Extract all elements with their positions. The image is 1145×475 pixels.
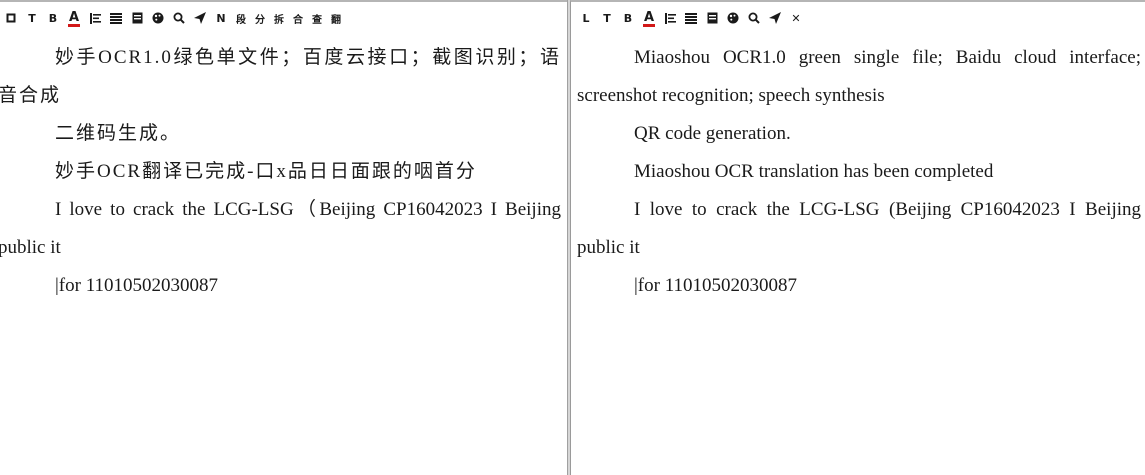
search-icon[interactable] <box>747 10 761 26</box>
palette-icon[interactable] <box>726 10 740 26</box>
font-color-letter: A <box>642 10 656 27</box>
document-icon[interactable] <box>705 10 719 26</box>
text-tool-button[interactable]: T <box>600 10 614 26</box>
font-color-button[interactable]: A <box>642 10 656 27</box>
send-icon[interactable] <box>768 10 782 26</box>
translate-button[interactable]: 翻 <box>330 10 342 26</box>
l-button[interactable]: L <box>579 10 593 26</box>
translation-paragraph-3: Miaoshou OCR translation has been comple… <box>634 161 994 182</box>
send-icon[interactable] <box>193 10 207 26</box>
align-justify-icon[interactable] <box>109 10 123 26</box>
search-icon[interactable] <box>172 10 186 26</box>
translation-pane: L T B A ✕ Miaoshou OCR1.0 green single f… <box>570 0 1145 475</box>
bold-button[interactable]: B <box>46 10 60 26</box>
ocr-translate-window: T B A N 段 分 拆 合 查 翻 妙手OCR1.0绿色单文件；百度云接口；… <box>0 0 1145 475</box>
align-left-icon[interactable] <box>88 10 102 26</box>
source-paragraph-2: 二维码生成。 <box>55 123 182 144</box>
source-paragraph-1: 妙手OCR1.0绿色单文件；百度云接口；截图识别；语音合成 <box>0 47 561 106</box>
align-left-icon[interactable] <box>663 10 677 26</box>
translation-paragraph-2: QR code generation. <box>634 123 791 144</box>
bold-button[interactable]: B <box>621 10 635 26</box>
align-justify-icon[interactable] <box>684 10 698 26</box>
source-paragraph-5: |for 11010502030087 <box>55 275 219 296</box>
translation-paragraph-1: Miaoshou OCR1.0 green single file; Baidu… <box>577 47 1141 106</box>
source-toolbar: T B A N 段 分 拆 合 查 翻 <box>0 2 567 34</box>
dismantle-button[interactable]: 拆 <box>273 10 285 26</box>
source-paragraph-4: I love to crack the LCG-LSG（Beijing CP16… <box>0 199 561 258</box>
translation-paragraph-4: I love to crack the LCG-LSG (Beijing CP1… <box>577 199 1141 258</box>
check-button[interactable]: 查 <box>311 10 323 26</box>
source-paragraph-3: 妙手OCR翻译已完成-口x品日日面跟的咽首分 <box>55 161 477 182</box>
segment-button[interactable]: 段 <box>235 10 247 26</box>
font-color-button[interactable]: A <box>67 10 81 27</box>
document-icon[interactable] <box>130 10 144 26</box>
translation-toolbar: L T B A ✕ <box>571 2 1145 34</box>
font-color-letter: A <box>67 10 81 27</box>
source-text-pane: T B A N 段 分 拆 合 查 翻 妙手OCR1.0绿色单文件；百度云接口；… <box>0 0 567 475</box>
translation-paragraph-5: |for 11010502030087 <box>634 275 798 296</box>
merge-button[interactable]: 合 <box>292 10 304 26</box>
source-text-area[interactable]: 妙手OCR1.0绿色单文件；百度云接口；截图识别；语音合成 二维码生成。 妙手O… <box>0 34 567 475</box>
copy-icon[interactable] <box>4 10 18 26</box>
translation-text-area[interactable]: Miaoshou OCR1.0 green single file; Baidu… <box>571 34 1145 475</box>
split-button[interactable]: 分 <box>254 10 266 26</box>
text-tool-button[interactable]: T <box>25 10 39 26</box>
close-icon[interactable]: ✕ <box>789 10 803 26</box>
palette-icon[interactable] <box>151 10 165 26</box>
n-button[interactable]: N <box>214 10 228 26</box>
